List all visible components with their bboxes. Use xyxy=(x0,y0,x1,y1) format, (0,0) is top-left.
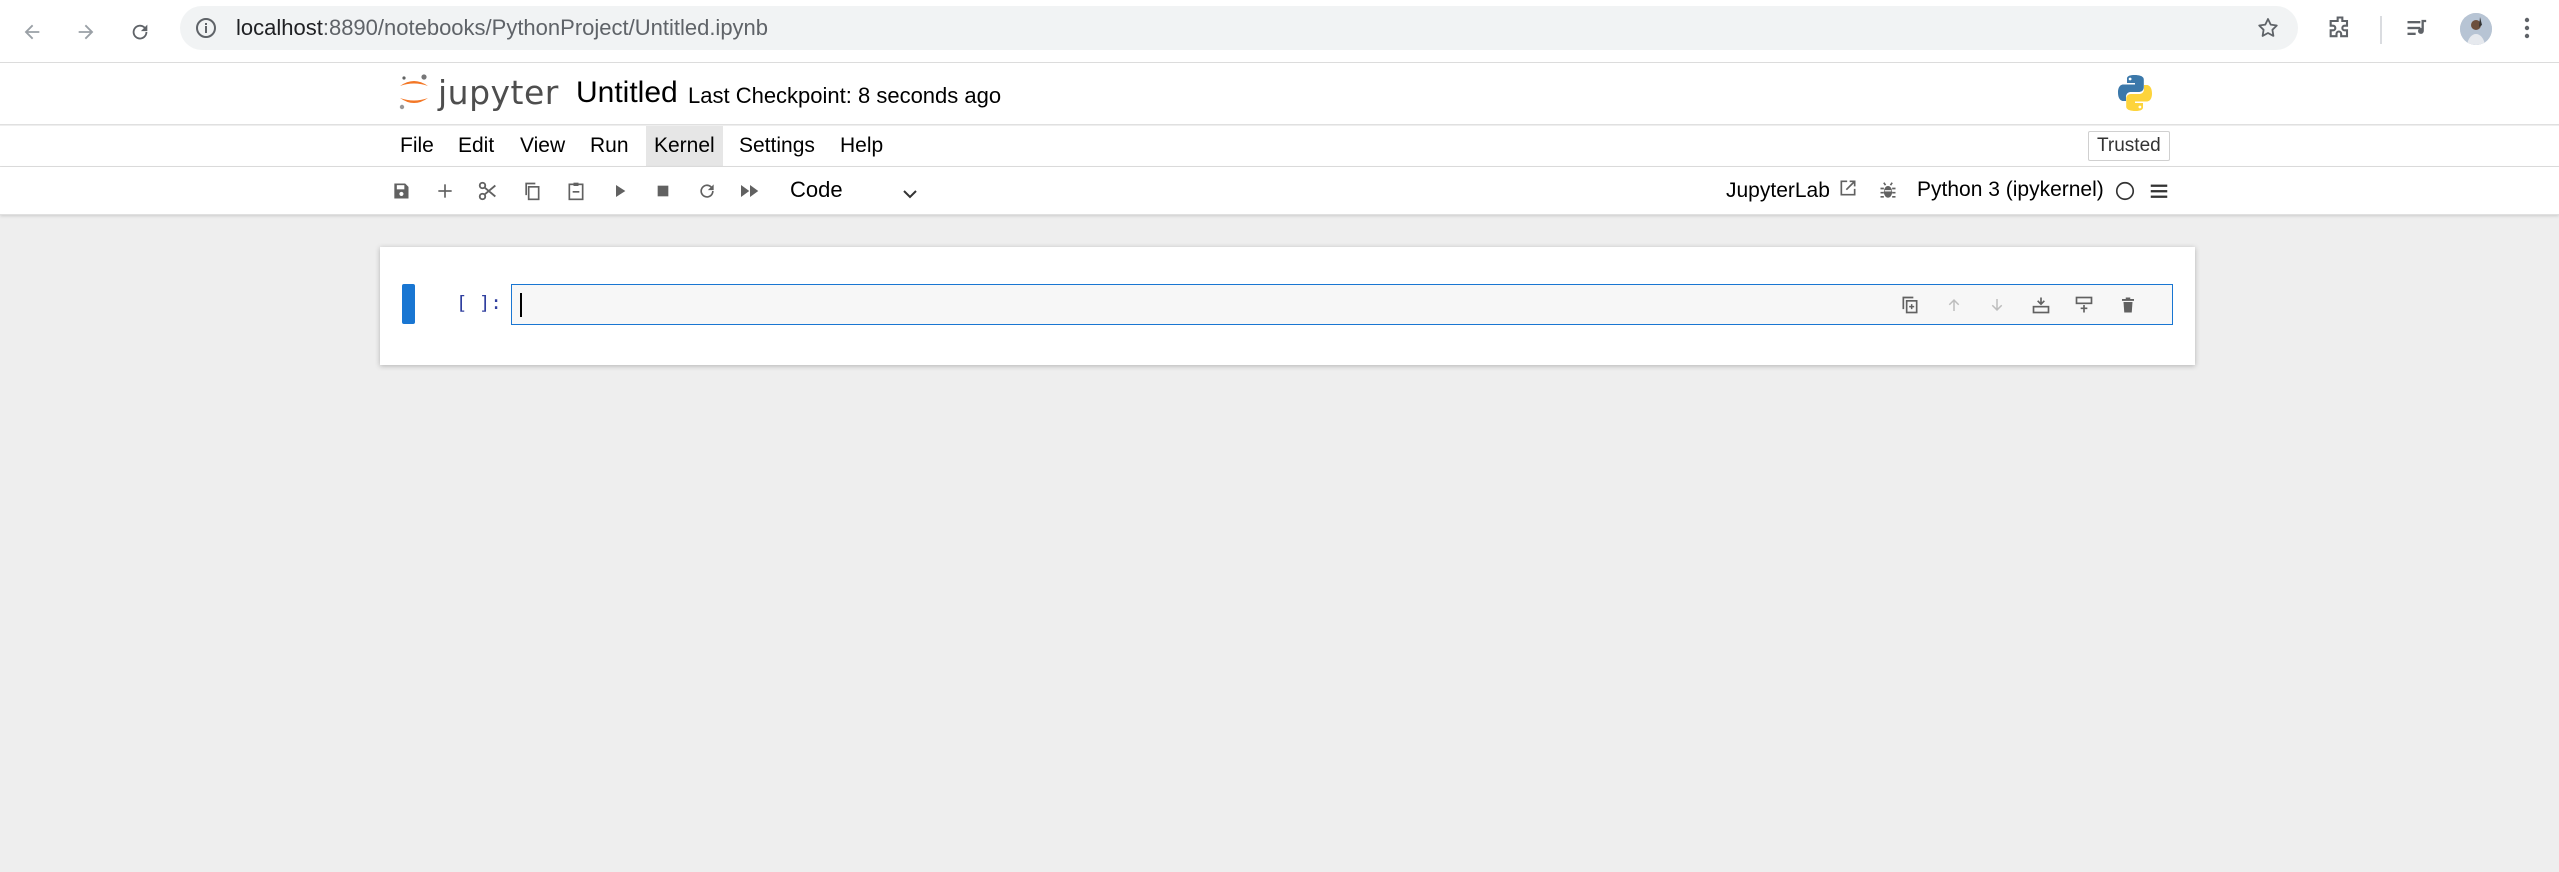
menu-file[interactable]: File xyxy=(392,126,442,166)
url-host: localhost xyxy=(236,15,323,40)
menu-view[interactable]: View xyxy=(512,126,573,166)
jupyter-logo[interactable]: jupyter xyxy=(396,72,559,112)
media-control-icon[interactable] xyxy=(2404,14,2432,47)
python-logo xyxy=(2115,73,2155,118)
run-all-icon[interactable] xyxy=(738,179,762,203)
menu-kernel[interactable]: Kernel xyxy=(646,126,723,166)
last-checkpoint: Last Checkpoint: 8 seconds ago xyxy=(688,83,1002,108)
forward-icon[interactable] xyxy=(68,14,104,50)
jupyterlab-label: JupyterLab xyxy=(1726,179,1830,202)
profile-avatar[interactable] xyxy=(2460,13,2492,45)
menu-help[interactable]: Help xyxy=(832,126,891,166)
cell-type-select[interactable]: Code xyxy=(782,173,922,207)
kernel-name[interactable]: Python 3 (ipykernel) xyxy=(1917,178,2104,202)
back-icon[interactable] xyxy=(14,14,50,50)
insert-above-icon[interactable] xyxy=(2072,293,2096,317)
more-menu-icon[interactable] xyxy=(2515,14,2539,47)
stop-icon[interactable] xyxy=(651,179,675,203)
jupyter-wordmark: jupyter xyxy=(438,72,559,112)
cell-collapser[interactable] xyxy=(402,284,415,324)
command-palette-icon[interactable] xyxy=(2147,179,2171,203)
menu-settings[interactable]: Settings xyxy=(731,126,823,166)
copy-icon[interactable] xyxy=(520,179,544,203)
notebook-title[interactable]: Untitled xyxy=(576,76,678,110)
browser-toolbar: localhost:8890/notebooks/PythonProject/U… xyxy=(0,0,2559,63)
debugger-icon[interactable] xyxy=(1876,179,1900,203)
cut-icon[interactable] xyxy=(476,179,500,203)
address-bar[interactable]: localhost:8890/notebooks/PythonProject/U… xyxy=(180,6,2298,50)
external-link-icon xyxy=(1838,178,1858,204)
code-cell-editor[interactable] xyxy=(511,284,2173,325)
site-info-icon[interactable] xyxy=(194,16,218,45)
add-cell-icon[interactable] xyxy=(433,179,457,203)
jupyter-header: jupyter Untitled Last Checkpoint: 8 seco… xyxy=(0,63,2559,125)
menu-bar: File Edit View Run Kernel Settings Help … xyxy=(0,126,2559,167)
menu-run[interactable]: Run xyxy=(582,126,637,166)
restart-icon[interactable] xyxy=(695,179,719,203)
trusted-indicator[interactable]: Trusted xyxy=(2088,131,2170,161)
run-icon[interactable] xyxy=(608,179,632,203)
text-cursor xyxy=(520,293,522,317)
url-path: :8890/notebooks/PythonProject/Untitled.i… xyxy=(322,15,769,40)
extensions-icon[interactable] xyxy=(2326,14,2354,47)
input-prompt: [ ]: xyxy=(456,292,502,314)
reload-icon[interactable] xyxy=(122,14,158,50)
jupyterlab-link[interactable]: JupyterLab xyxy=(1726,178,1858,204)
toolbar-divider xyxy=(2380,16,2382,44)
duplicate-cell-icon[interactable] xyxy=(1898,293,1922,317)
kernel-status-icon xyxy=(2113,179,2137,203)
delete-cell-icon[interactable] xyxy=(2116,293,2140,317)
paste-icon[interactable] xyxy=(564,179,588,203)
cell-type-value: Code xyxy=(790,177,843,202)
insert-below-icon[interactable] xyxy=(2029,293,2053,317)
chevron-down-icon xyxy=(902,187,918,205)
move-down-icon[interactable] xyxy=(1985,293,2009,317)
menu-edit[interactable]: Edit xyxy=(450,126,502,166)
save-icon[interactable] xyxy=(389,179,413,203)
move-up-icon[interactable] xyxy=(1942,293,1966,317)
jupyter-logo-icon xyxy=(399,74,428,110)
bookmark-star-icon[interactable] xyxy=(2256,16,2280,45)
url-text[interactable]: localhost:8890/notebooks/PythonProject/U… xyxy=(236,6,768,50)
notebook-toolbar: Code JupyterLab Python 3 (ipykernel) xyxy=(0,167,2559,215)
notebook-panel: [ ]: xyxy=(380,247,2195,365)
